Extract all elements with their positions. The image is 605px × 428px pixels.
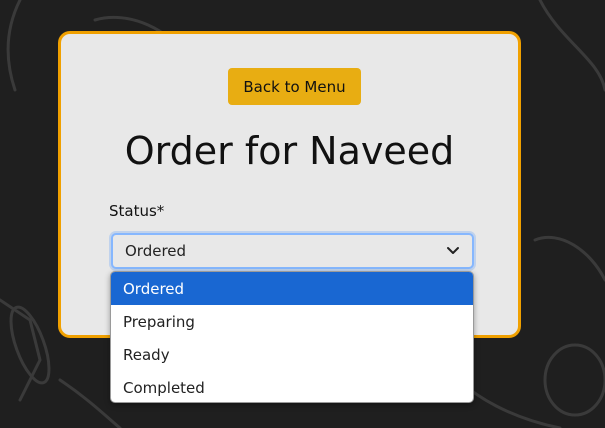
back-to-menu-button[interactable]: Back to Menu — [228, 68, 361, 105]
status-option-ordered[interactable]: Ordered — [111, 272, 473, 305]
status-select[interactable]: Ordered — [111, 233, 474, 269]
chevron-down-icon — [447, 247, 459, 254]
status-options-list: Ordered Preparing Ready Completed — [110, 271, 474, 403]
status-option-completed[interactable]: Completed — [111, 371, 473, 402]
status-select-value: Ordered — [125, 242, 187, 260]
status-option-preparing[interactable]: Preparing — [111, 305, 473, 338]
page-title: Order for Naveed — [124, 129, 455, 173]
status-option-ready[interactable]: Ready — [111, 338, 473, 371]
status-label: Status* — [109, 202, 165, 220]
